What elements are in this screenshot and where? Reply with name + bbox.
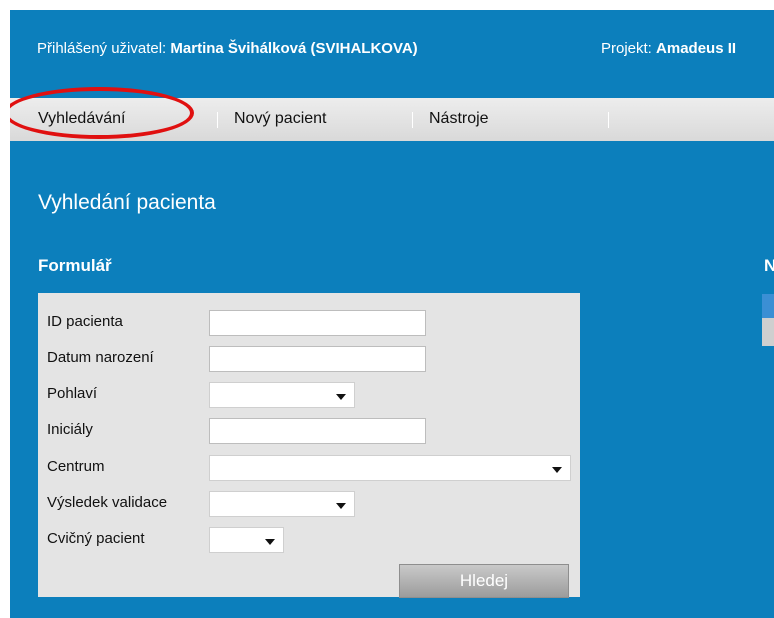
nav-separator <box>608 112 609 128</box>
nav-item-search[interactable]: Vyhledávání <box>38 110 125 128</box>
side-panel-header <box>762 294 774 318</box>
label-training-patient: Cvičný pacient <box>47 530 145 547</box>
label-initials: Iniciály <box>47 421 93 438</box>
user-prefix: Přihlášený uživatel: <box>37 40 167 57</box>
nav-separator <box>217 112 218 128</box>
logged-user: Přihlášený uživatel: Martina Švihálková … <box>37 40 418 57</box>
label-birth-date: Datum narození <box>47 349 154 366</box>
project-info: Projekt: Amadeus II <box>601 40 736 57</box>
training-patient-select[interactable] <box>209 527 284 553</box>
validation-result-select[interactable] <box>209 491 355 517</box>
chevron-down-icon <box>552 467 562 473</box>
nav-separator <box>412 112 413 128</box>
chevron-down-icon <box>336 394 346 400</box>
page-title: Vyhledání pacienta <box>38 191 216 214</box>
label-center: Centrum <box>47 458 105 475</box>
form-title: Formulář <box>38 256 112 275</box>
label-sex: Pohlaví <box>47 385 98 402</box>
search-form: ID pacienta Datum narození Pohlaví Inici… <box>38 293 580 598</box>
chevron-down-icon <box>336 503 346 509</box>
center-select[interactable] <box>209 455 571 481</box>
birth-date-input[interactable] <box>209 346 426 372</box>
label-validation-result: Výsledek validace <box>47 494 168 511</box>
project-prefix: Projekt: <box>601 40 652 57</box>
initials-input[interactable] <box>209 418 426 444</box>
user-name: Martina Švihálková (SVIHALKOVA) <box>170 40 418 57</box>
app-window: Přihlášený uživatel: Martina Švihálková … <box>10 10 774 618</box>
label-patient-id: ID pacienta <box>47 313 123 330</box>
search-button[interactable]: Hledej <box>399 564 569 598</box>
side-panel-title: N <box>764 256 774 275</box>
nav-item-new-patient[interactable]: Nový pacient <box>234 110 327 128</box>
main-nav: Vyhledávání Nový pacient Nástroje <box>10 98 774 141</box>
patient-id-input[interactable] <box>209 310 426 336</box>
project-name: Amadeus II <box>656 40 737 57</box>
chevron-down-icon <box>265 539 275 545</box>
sex-select[interactable] <box>209 382 355 408</box>
side-panel-table <box>762 294 774 346</box>
header-bar: Přihlášený uživatel: Martina Švihálková … <box>10 10 774 98</box>
nav-item-tools[interactable]: Nástroje <box>429 110 489 128</box>
